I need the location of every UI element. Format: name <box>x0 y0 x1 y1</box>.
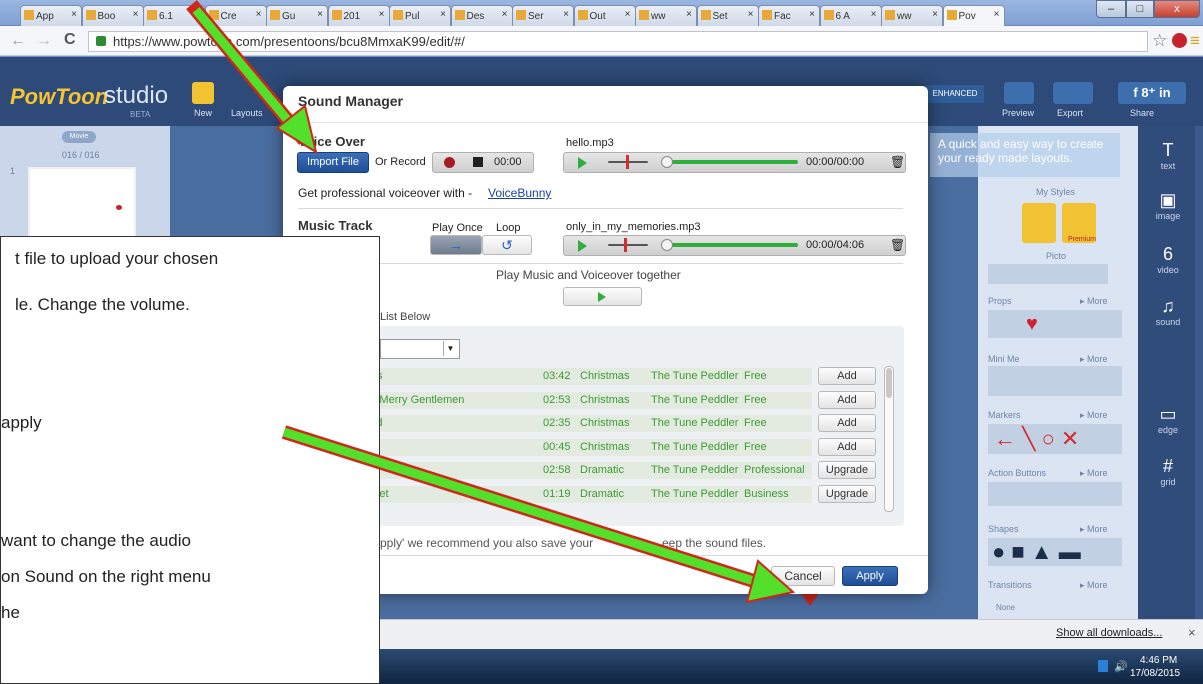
arrow-to-apply-head <box>745 559 796 604</box>
arrow-to-apply-shaft <box>282 427 762 588</box>
arrow-to-apply-icon <box>281 425 796 604</box>
annotation-arrows <box>186 0 796 604</box>
arrow-to-import-icon <box>186 0 318 155</box>
arrow-to-import-shaft <box>192 7 304 138</box>
